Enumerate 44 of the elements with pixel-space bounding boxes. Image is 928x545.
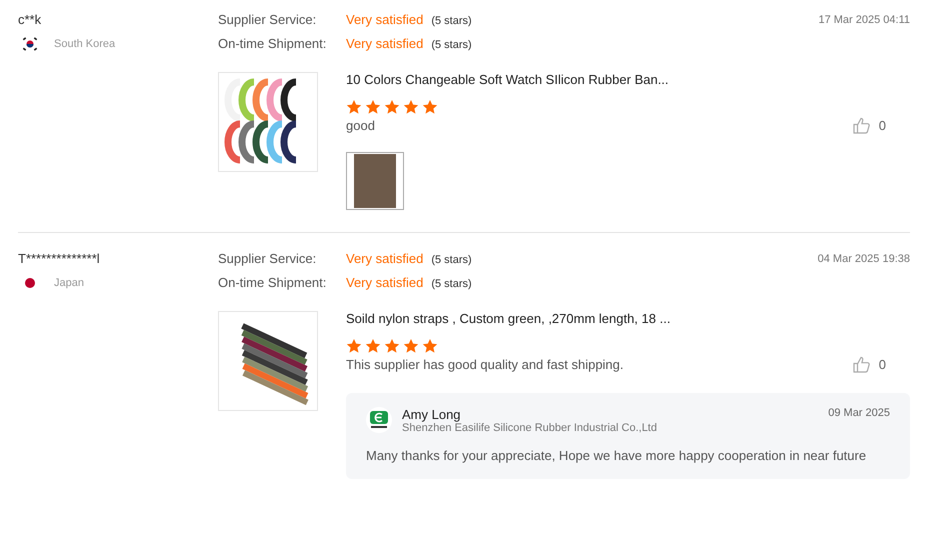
star-icon xyxy=(384,99,400,115)
rating-label: On-time Shipment: xyxy=(218,36,328,51)
like-count: 0 xyxy=(878,357,886,372)
buyer-name: T**************l xyxy=(18,251,101,267)
star-icon xyxy=(365,99,381,115)
review-date: 04 Mar 2025 19:38 xyxy=(818,252,910,267)
review-date: 17 Mar 2025 04:11 xyxy=(818,13,910,28)
rating-label: Supplier Service: xyxy=(218,12,318,27)
reply-text: Many thanks for your appreciate, Hope we have more happy cooperation in near future xyxy=(366,448,868,463)
like-count: 0 xyxy=(878,118,886,133)
reply-date: 09 Mar 2025 xyxy=(828,407,890,419)
product-image[interactable] xyxy=(218,72,318,172)
rating-value: Very satisfied xyxy=(346,251,424,266)
star-icon xyxy=(422,338,438,354)
star-icon xyxy=(403,99,419,115)
replier-company: Shenzhen Easilife Silicone Rubber Industrial Co.,Ltd xyxy=(402,422,658,434)
rating-label: On-time Shipment: xyxy=(218,275,328,290)
star-icon xyxy=(422,99,438,115)
rating-stars-text: (5 stars) xyxy=(431,278,472,290)
star-icon xyxy=(384,338,400,354)
thumbs-up-icon[interactable] xyxy=(852,117,871,134)
buyer-name: c**k xyxy=(18,12,42,28)
rating-label: Supplier Service: xyxy=(218,251,318,266)
review-comment: This supplier has good quality and fast shipping. xyxy=(346,357,624,372)
star-icon xyxy=(365,338,381,354)
replier-name: Amy Long xyxy=(402,407,462,422)
product-title[interactable]: Soild nylon straps , Custom green, ,270mm length, 18 ... xyxy=(346,311,910,326)
review-comment: good xyxy=(346,118,375,133)
country-name: South Korea xyxy=(54,38,116,50)
thumbs-up-icon[interactable] xyxy=(852,356,871,373)
company-logo-icon xyxy=(366,407,392,433)
star-icon xyxy=(403,338,419,354)
country-name: Japan xyxy=(54,277,84,289)
rating-stars-text: (5 stars) xyxy=(431,39,472,51)
photo-placeholder[interactable] xyxy=(346,152,404,210)
rating-value: Very satisfied xyxy=(346,36,424,51)
rating-value: Very satisfied xyxy=(346,275,424,290)
product-image[interactable] xyxy=(218,311,318,411)
star-icon xyxy=(346,99,362,115)
product-title[interactable]: 10 Colors Changeable Soft Watch SIlicon Rubber Ban... xyxy=(346,72,910,87)
rating-value: Very satisfied xyxy=(346,12,424,27)
star-icon xyxy=(346,338,362,354)
rating-stars-text: (5 stars) xyxy=(431,254,472,266)
rating-stars-text: (5 stars) xyxy=(431,15,472,27)
